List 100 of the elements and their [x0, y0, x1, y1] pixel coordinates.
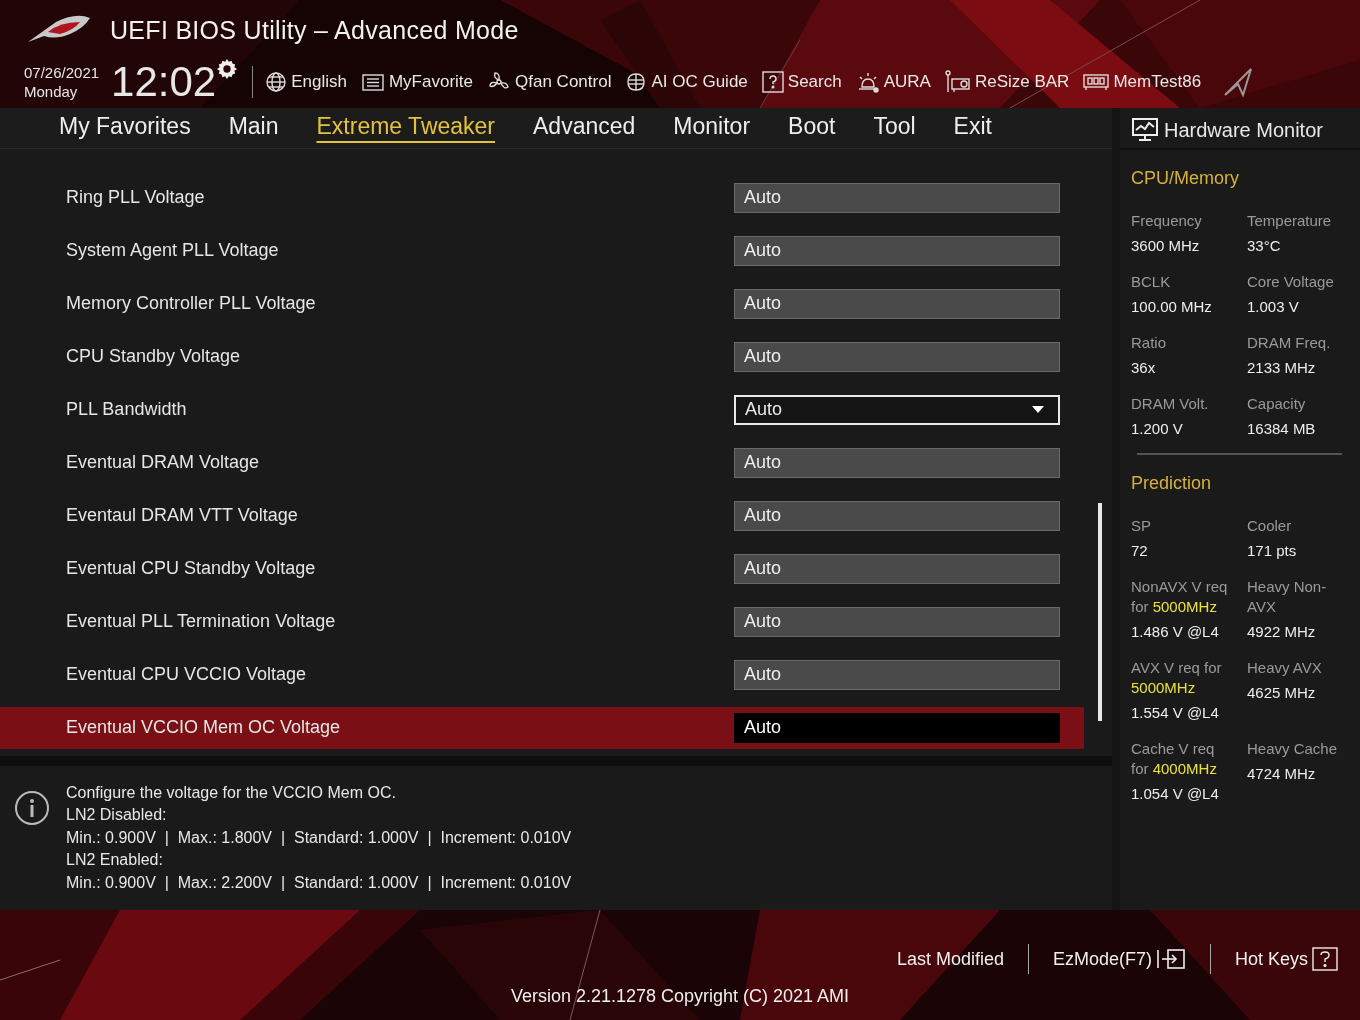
dropdown-field[interactable]: Auto: [734, 394, 1060, 425]
value-field[interactable]: Auto: [734, 182, 1060, 213]
setting-label: Eventual VCCIO Mem OC Voltage: [66, 717, 341, 739]
reading-label: NonAVX V req for 5000MHz: [1131, 577, 1229, 617]
value-field[interactable]: Auto: [734, 553, 1060, 584]
setting-label: PLL Bandwidth: [66, 399, 187, 421]
window-title: UEFI BIOS Utility – Advanced Mode: [110, 15, 519, 45]
toolbar-button[interactable]: ReSize BAR: [944, 70, 1070, 94]
reading-value: 1.200 V: [1131, 420, 1184, 437]
menu-tab[interactable]: Monitor: [654, 111, 770, 145]
value-field[interactable]: Auto: [734, 712, 1060, 743]
setting-row[interactable]: Eventual VCCIO Mem OC Voltage Auto: [0, 706, 1084, 749]
version-text: Version 2.21.1278 Copyright (C) 2021 AMI: [509, 986, 851, 1007]
setting-label: CPU Standby Voltage: [66, 346, 241, 368]
reading-label: SP: [1131, 516, 1152, 536]
value-field[interactable]: Auto: [734, 341, 1060, 372]
toolbar-button[interactable]: Search: [761, 71, 842, 93]
setting-row[interactable]: Eventual PLL Termination Voltage Auto: [0, 600, 1084, 643]
info-icon: [14, 789, 50, 826]
hot-keys-button[interactable]: Hot Keys: [1230, 947, 1342, 971]
reading-value: 4625 MHz: [1247, 684, 1317, 701]
reading-value: 33°C: [1247, 237, 1282, 254]
value-field[interactable]: Auto: [734, 606, 1060, 637]
value-field[interactable]: Auto: [734, 447, 1060, 478]
monitor-icon: [1132, 118, 1158, 142]
clock-time: 12:02: [111, 60, 217, 104]
memory-module-icon: [1083, 73, 1110, 91]
help-icon: [1312, 947, 1338, 971]
menu-tab[interactable]: Exit: [934, 111, 1011, 145]
reading-label: Heavy AVX: [1247, 658, 1323, 678]
setting-label: Ring PLL Voltage: [66, 187, 205, 209]
reading-value: 2133 MHz: [1247, 359, 1317, 376]
toolbar-button[interactable]: AI OC Guide: [625, 71, 748, 93]
reading-label: Core Voltage: [1247, 272, 1335, 292]
setting-row[interactable]: Ring PLL Voltage Auto: [0, 176, 1084, 219]
setting-row[interactable]: Eventual CPU VCCIO Voltage Auto: [0, 653, 1084, 696]
menu-tab[interactable]: Tool: [854, 111, 935, 145]
setting-label: System Agent PLL Voltage: [66, 240, 279, 262]
reading-label: Heavy Cache: [1247, 739, 1339, 759]
reading-label: DRAM Volt.: [1131, 394, 1210, 414]
setting-row[interactable]: PLL Bandwidth Auto: [0, 388, 1084, 431]
toolbar-button[interactable]: English: [265, 71, 347, 93]
reading-value: 171 pts: [1247, 542, 1298, 559]
exit-icon: [1155, 948, 1186, 970]
menu-tab[interactable]: Extreme Tweaker: [297, 111, 515, 145]
setting-row[interactable]: Eventaul DRAM VTT Voltage Auto: [0, 494, 1084, 537]
help-text: LN2 Enabled:: [66, 850, 164, 870]
graphics-card-icon: [944, 70, 971, 94]
toolbar-button[interactable]: MyFavorite: [360, 72, 474, 92]
value-field[interactable]: Auto: [734, 500, 1060, 531]
day-text: Monday: [24, 82, 79, 101]
reading-value: 3600 MHz: [1131, 237, 1201, 254]
reading-label: Cooler: [1247, 516, 1293, 536]
help-text: Min.: 0.900V | Max.: 1.800V | Standard: 1.000V | Increment: 0.010V: [66, 827, 572, 848]
reading-label: Capacity: [1247, 394, 1307, 414]
setting-label: Eventual PLL Termination Voltage: [66, 611, 336, 633]
menu-tab[interactable]: Advanced: [514, 111, 655, 145]
setting-label: Eventual CPU VCCIO Voltage: [66, 664, 307, 686]
help-text: Configure the voltage for the VCCIO Mem OC.: [66, 782, 397, 803]
scrollbar[interactable]: [1098, 502, 1102, 721]
panel-title: Hardware Monitor: [1164, 118, 1323, 142]
toolbar-button[interactable]: MemTest86: [1083, 72, 1202, 92]
ez-mode-button[interactable]: EzMode(F7): [1048, 948, 1190, 970]
last-modified-button[interactable]: Last Modified: [892, 948, 1008, 970]
toolbar-button[interactable]: AURA: [855, 71, 931, 93]
section-title: Prediction: [1131, 473, 1213, 494]
menu-tab[interactable]: My Favorites: [40, 111, 210, 145]
settings-icon[interactable]: [216, 58, 239, 80]
reading-label: AVX V req for 5000MHz: [1131, 658, 1223, 698]
setting-label: Memory Controller PLL Voltage: [66, 293, 316, 315]
value-field[interactable]: Auto: [734, 659, 1060, 690]
reading-label: Heavy Non-AVX: [1247, 577, 1328, 617]
reading-label: Temperature: [1247, 211, 1333, 231]
reading-value: 16384 MB: [1247, 420, 1317, 437]
date-text: 07/26/2021: [24, 63, 100, 82]
section-title: CPU/Memory: [1131, 168, 1240, 189]
setting-label: Eventual CPU Standby Voltage: [66, 558, 316, 580]
setting-row[interactable]: Eventual DRAM Voltage Auto: [0, 441, 1084, 484]
help-text: LN2 Disabled:: [66, 805, 168, 825]
menu-tab[interactable]: Boot: [769, 111, 855, 145]
reading-value: 36x: [1131, 359, 1157, 376]
reading-value: 1.054 V @L4: [1131, 785, 1220, 802]
globe-icon: [265, 71, 288, 93]
setting-row[interactable]: System Agent PLL Voltage Auto: [0, 229, 1084, 272]
setting-row[interactable]: Memory Controller PLL Voltage Auto: [0, 282, 1084, 325]
reading-value: 1.003 V: [1247, 298, 1300, 315]
menu-tab[interactable]: Main: [209, 111, 298, 145]
reading-label: Ratio: [1131, 333, 1168, 353]
value-field[interactable]: Auto: [734, 235, 1060, 266]
setting-row[interactable]: Eventual CPU Standby Voltage Auto: [0, 547, 1084, 590]
setting-label: Eventual DRAM Voltage: [66, 452, 260, 474]
reading-label: BCLK: [1131, 272, 1172, 292]
reading-label: Cache V req for 4000MHz: [1131, 739, 1218, 779]
toolbar-button[interactable]: Qfan Control: [487, 70, 612, 94]
setting-label: Eventaul DRAM VTT Voltage: [66, 505, 298, 527]
value-field[interactable]: Auto: [734, 288, 1060, 319]
reading-value: 4922 MHz: [1247, 623, 1317, 640]
reading-label: Frequency: [1131, 211, 1203, 231]
setting-row[interactable]: CPU Standby Voltage Auto: [0, 335, 1084, 378]
reading-value: 72: [1131, 542, 1149, 559]
